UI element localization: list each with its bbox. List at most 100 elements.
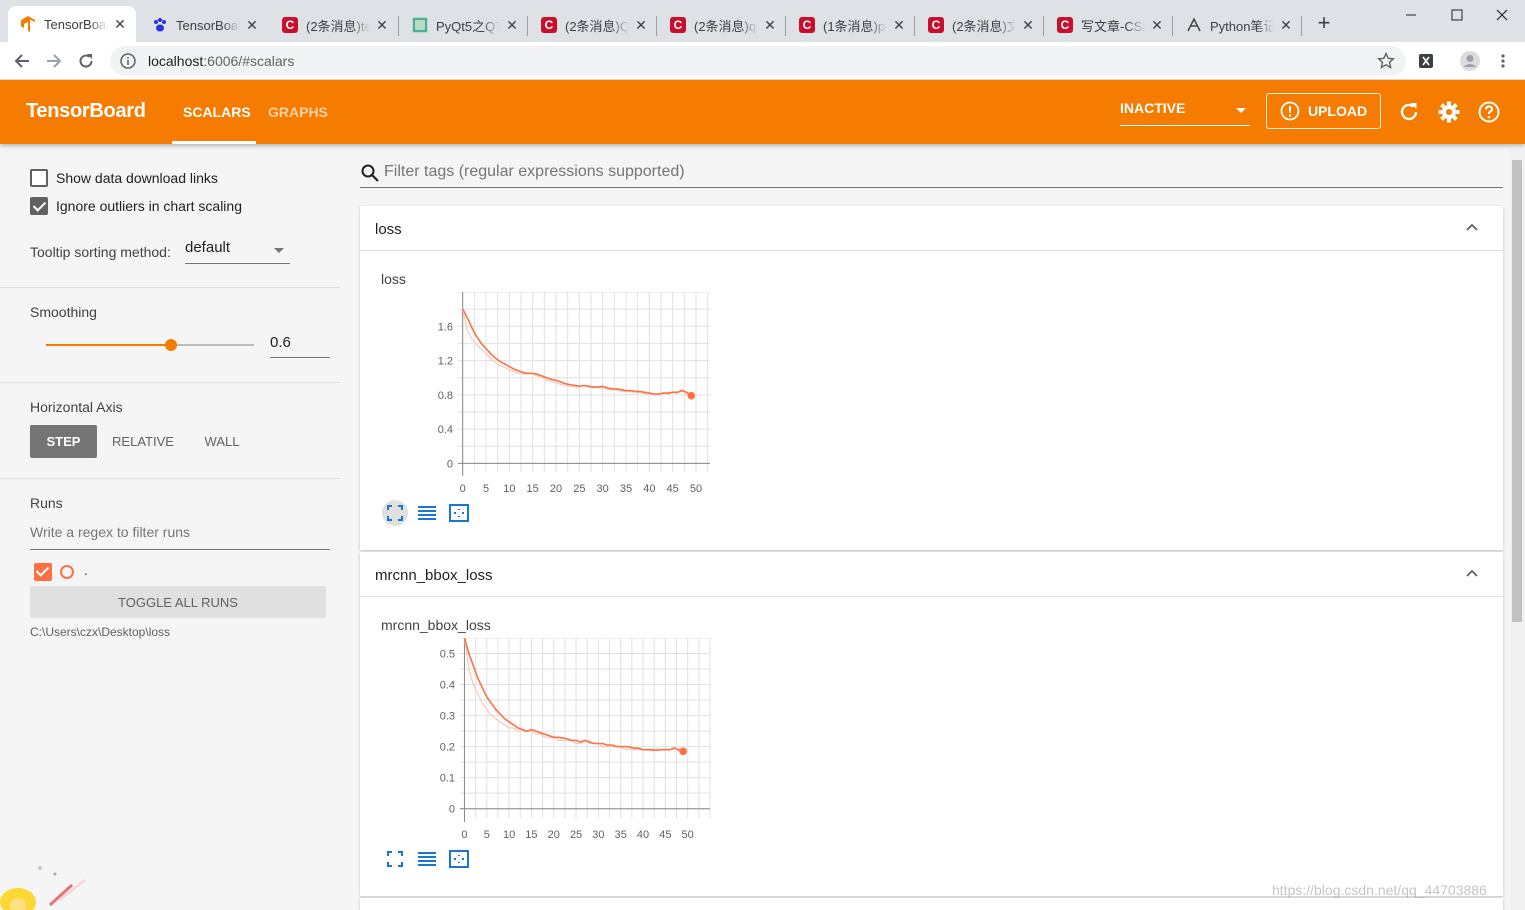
tab-graphs[interactable]: GRAPHS (268, 104, 328, 120)
address-bar[interactable]: localhost:6006/#scalars (110, 46, 1406, 76)
browser-tab[interactable]: C (2条消息)tensorboard ✕ (270, 8, 398, 42)
browser-menu-button[interactable] (1490, 48, 1516, 74)
arrow-left-icon (14, 54, 29, 68)
maximize-button[interactable] (1434, 0, 1480, 30)
chart-title: mrcnn_bbox_loss (381, 617, 491, 633)
x-tick-label: 30 (597, 483, 609, 495)
browser-tab[interactable]: PyQt5之QT ✕ (400, 8, 528, 42)
tooltip-sort-select[interactable]: default (185, 239, 290, 264)
ignore-outliers-label: Ignore outliers in chart scaling (56, 198, 242, 214)
browser-tab[interactable]: Python笔记 ✕ (1174, 8, 1302, 42)
toggle-log-scale-button[interactable] (414, 500, 440, 526)
extension-button[interactable] (1413, 48, 1439, 74)
decorative-doodle-icon (0, 866, 86, 910)
browser-tab-tensorboard[interactable]: TensorBoard ✕ (8, 6, 136, 42)
upload-button[interactable]: UPLOAD (1266, 93, 1381, 129)
fit-domain-button[interactable] (446, 846, 472, 872)
x-tick-label: 15 (527, 483, 539, 495)
scrollbar-thumb[interactable] (1512, 160, 1522, 622)
card-header[interactable]: mrcnn_bbox_loss (360, 552, 1503, 597)
browser-tab[interactable]: C (1条消息)py ✕ (787, 8, 915, 42)
toggle-log-scale-button[interactable] (414, 846, 440, 872)
x-tick-label: 35 (620, 483, 632, 495)
close-icon[interactable]: ✕ (244, 17, 260, 33)
runs-filter-input[interactable]: Write a regex to filter runs (30, 524, 330, 550)
close-icon[interactable]: ✕ (762, 17, 778, 33)
close-icon[interactable]: ✕ (1020, 17, 1036, 33)
close-icon[interactable]: ✕ (1278, 17, 1294, 33)
series-line-raw (463, 638, 684, 754)
close-icon[interactable]: ✕ (633, 17, 649, 33)
show-download-links-checkbox[interactable] (30, 169, 48, 187)
minimize-button[interactable] (1388, 0, 1434, 30)
y-tick-label: 0.8 (438, 390, 453, 402)
info-icon[interactable] (120, 53, 136, 69)
browser-tab[interactable]: C (2条消息)文 ✕ (916, 8, 1044, 42)
x-tick-label: 15 (525, 829, 537, 841)
mrcnn-bbox-loss-chart[interactable]: 0 5 10 15 20 25 30 35 40 45 50 0 0.1 0.2 0.3 0.4 0.5 (380, 638, 720, 848)
tab-title: (2条消息)QT (565, 15, 629, 35)
toggle-all-runs-button[interactable]: TOGGLE ALL RUNS (30, 586, 326, 618)
axis-step-button[interactable]: STEP (30, 425, 97, 458)
search-icon (361, 164, 379, 182)
browser-tab[interactable]: C (2条消息)QT ✕ (529, 8, 657, 42)
tooltip-sort-value: default (185, 239, 231, 256)
csdn-icon: C (799, 17, 815, 33)
tooltip-sort-label: Tooltip sorting method: (30, 244, 171, 260)
y-tick-label: 0.1 (440, 773, 455, 785)
close-icon[interactable]: ✕ (504, 17, 520, 33)
chevron-up-icon[interactable] (1465, 566, 1479, 580)
profile-button[interactable] (1457, 48, 1483, 74)
fullscreen-button[interactable] (382, 500, 408, 526)
tab-scalars[interactable]: SCALARS (183, 104, 251, 120)
x-tick-label: 25 (573, 483, 585, 495)
csdn-icon: C (1057, 17, 1073, 33)
logdir-path: C:\Users\czx\Desktop\loss (30, 625, 171, 639)
close-icon[interactable]: ✕ (1149, 17, 1165, 33)
browser-tab[interactable]: TensorBoard ✕ (140, 8, 268, 42)
back-button[interactable] (9, 48, 35, 74)
pyqt-icon (412, 17, 428, 33)
forward-button[interactable] (41, 48, 67, 74)
smoothing-input[interactable]: 0.6 (270, 334, 330, 358)
y-tick-label: 0.4 (440, 680, 455, 692)
avatar-icon (1460, 51, 1480, 71)
gear-icon[interactable] (1437, 100, 1461, 124)
chevron-up-icon[interactable] (1465, 220, 1479, 234)
run-checkbox[interactable] (34, 563, 52, 581)
close-window-button[interactable] (1479, 0, 1525, 30)
info-icon (1280, 101, 1300, 121)
chart-grid (458, 292, 710, 472)
run-color-swatch[interactable] (60, 565, 74, 579)
list-icon (418, 506, 436, 520)
smoothing-slider-knob[interactable] (164, 339, 177, 351)
fullscreen-button[interactable] (382, 846, 408, 872)
browser-tab[interactable]: C (2条消息)qc ✕ (658, 8, 786, 42)
bookmark-star-button[interactable] (1373, 48, 1399, 74)
dashboard-select[interactable]: INACTIVE (1120, 100, 1250, 126)
fullscreen-icon (387, 505, 403, 521)
new-tab-button[interactable]: + (1312, 12, 1336, 36)
axis-wall-button[interactable]: WALL (190, 425, 254, 458)
url-text: localhost:6006/#scalars (148, 53, 295, 69)
close-icon[interactable]: ✕ (374, 17, 390, 33)
axis-relative-button[interactable]: RELATIVE (106, 425, 180, 458)
close-icon[interactable]: ✕ (112, 16, 128, 32)
card-header[interactable]: loss (360, 206, 1503, 251)
help-icon[interactable] (1477, 100, 1501, 124)
ignore-outliers-checkbox[interactable] (30, 197, 48, 215)
caret-down-icon (1236, 108, 1246, 113)
tag-filter-input[interactable]: Filter tags (regular expressions support… (360, 158, 1503, 188)
x-tick-label: 0 (461, 829, 467, 841)
browser-tab[interactable]: C 写文章-CSDN ✕ (1045, 8, 1173, 42)
tag-card-mrcnn-bbox-loss: mrcnn_bbox_loss mrcnn_bbox_loss 0 5 10 15 20… (360, 552, 1503, 896)
series-line-smoothed (461, 308, 692, 397)
close-icon[interactable]: ✕ (891, 17, 907, 33)
horizontal-axis-label: Horizontal Axis (30, 399, 123, 415)
tensorboard-icon (20, 16, 36, 32)
card-title: mrcnn_bbox_loss (375, 567, 493, 584)
reload-button[interactable] (73, 48, 99, 74)
loss-chart[interactable]: 0 5 10 15 20 25 30 35 40 45 50 0 0.4 0.8 1.2 1.6 (380, 292, 720, 502)
fit-domain-button[interactable] (446, 500, 472, 526)
reload-icon[interactable] (1397, 100, 1421, 124)
